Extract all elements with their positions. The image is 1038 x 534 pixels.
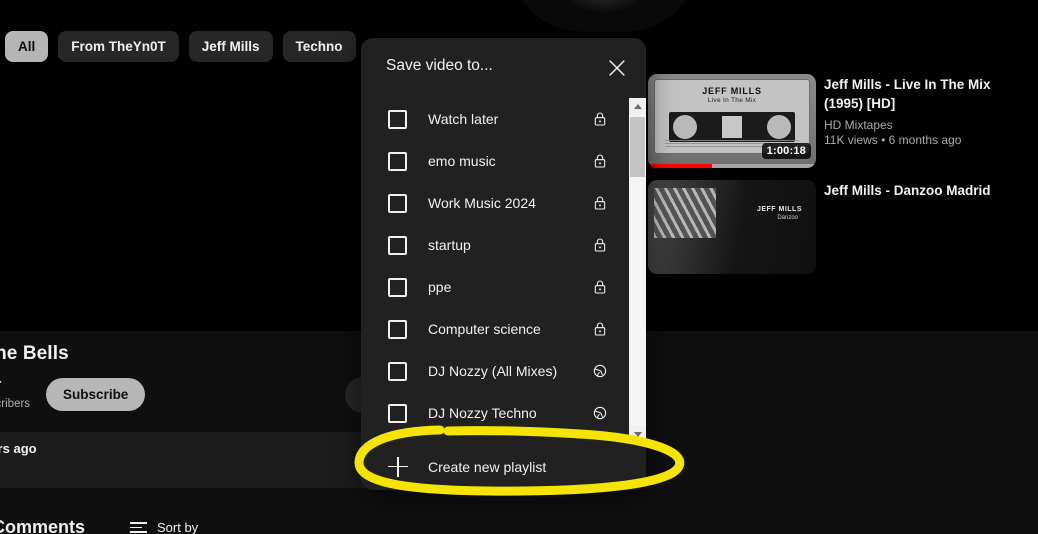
playlist-checkbox[interactable]	[388, 362, 407, 381]
save-video-dialog: Save video to... Watch later emo music Wor…	[361, 38, 646, 490]
lock-icon	[592, 321, 608, 337]
playlist-checkbox[interactable]	[388, 404, 407, 423]
playlist-checkbox[interactable]	[388, 278, 407, 297]
playlist-row[interactable]: startup	[361, 224, 629, 266]
playlist-label: startup	[428, 237, 592, 253]
playlist-list[interactable]: Watch later emo music Work Music 2024 start…	[361, 98, 646, 443]
related-video-title[interactable]: Jeff Mills - Live In The Mix (1995) [HD]	[824, 75, 1024, 113]
chip-from-channel[interactable]: From TheYn0T	[58, 31, 179, 62]
video-frame-image	[506, 0, 702, 32]
channel-block[interactable]: TheYn0T 7.39K subscribers	[0, 377, 30, 412]
playlist-checkbox[interactable]	[388, 320, 407, 339]
thumbnail-graphic	[654, 188, 716, 238]
lock-icon	[592, 153, 608, 169]
related-video-stats: 11K views • 6 months ago	[824, 133, 1024, 147]
filter-chip-bar: All From TheYn0T Jeff Mills Techno ›	[5, 31, 373, 62]
chip-all[interactable]: All	[5, 31, 48, 62]
cassette-reel-left	[673, 115, 697, 139]
globe-icon	[592, 363, 608, 379]
playlist-row[interactable]: DJ Nozzy Techno	[361, 392, 629, 434]
channel-subscribers: 7.39K subscribers	[0, 396, 30, 412]
duration-badge: 1:00:18	[762, 143, 811, 159]
create-new-playlist-label: Create new playlist	[428, 459, 546, 475]
related-video-title[interactable]: Jeff Mills - Danzoo Madrid	[824, 181, 1024, 200]
chip-techno[interactable]: Techno	[283, 31, 356, 62]
playlist-row[interactable]: emo music	[361, 140, 629, 182]
scrollbar-thumb[interactable]	[630, 117, 645, 177]
playlist-label: DJ Nozzy (All Mixes)	[428, 363, 592, 379]
playlist-label: Watch later	[428, 111, 592, 127]
chip-jeff-mills[interactable]: Jeff Mills	[189, 31, 273, 62]
channel-name: TheYn0T	[0, 377, 30, 396]
youtube-watch-page: lills - The Bells TheYn0T 7.39K subscrib…	[0, 0, 1038, 534]
playlist-row[interactable]: Work Music 2024	[361, 182, 629, 224]
watch-progress-bar	[648, 164, 816, 168]
cassette-reels	[669, 112, 795, 142]
lock-icon	[592, 279, 608, 295]
cassette-reel-right	[767, 115, 791, 139]
dialog-title: Save video to...	[386, 57, 493, 75]
comments-heading: Comments	[0, 517, 85, 534]
sort-by-button[interactable]: Sort by	[130, 520, 198, 534]
playlist-label: ppe	[428, 279, 592, 295]
lock-icon	[592, 111, 608, 127]
sort-by-label: Sort by	[157, 520, 198, 534]
scroll-down-icon[interactable]	[629, 426, 646, 443]
sort-icon	[130, 522, 147, 533]
playlist-label: Computer science	[428, 321, 592, 337]
playlist-checkbox[interactable]	[388, 236, 407, 255]
create-new-playlist-button[interactable]: Create new playlist	[361, 443, 646, 490]
lock-icon	[592, 237, 608, 253]
plus-icon	[388, 457, 408, 477]
page-title: lills - The Bells	[0, 343, 69, 365]
related-video-info: Jeff Mills - Live In The Mix (1995) [HD]…	[824, 74, 1024, 168]
playlist-label: DJ Nozzy Techno	[428, 405, 592, 421]
playlist-label: emo music	[428, 153, 592, 169]
playlist-row[interactable]: Watch later	[361, 98, 629, 140]
playlist-checkbox[interactable]	[388, 194, 407, 213]
playlist-checkbox[interactable]	[388, 152, 407, 171]
related-video-channel[interactable]: HD Mixtapes	[824, 118, 1024, 132]
related-video-info: Jeff Mills - Danzoo Madrid	[824, 180, 1024, 274]
video-thumbnail[interactable]: JEFF MILLS Live In The Mix 1:00:18	[648, 74, 816, 168]
lock-icon	[592, 195, 608, 211]
playlist-row[interactable]: ppe	[361, 266, 629, 308]
subscribe-button[interactable]: Subscribe	[46, 378, 145, 411]
close-icon[interactable]	[601, 52, 633, 84]
playlist-scrollbar[interactable]	[629, 98, 646, 443]
related-video-item[interactable]: JEFF MILLS Live In The Mix 1:00:18 Jeff …	[648, 74, 1024, 168]
playlist-label: Work Music 2024	[428, 195, 592, 211]
thumbnail-subtitle-text: Danzoo	[777, 215, 798, 221]
playlist-row[interactable]: Computer science	[361, 308, 629, 350]
channel-row: TheYn0T 7.39K subscribers Subscribe	[0, 377, 145, 412]
video-thumbnail[interactable]: JEFF MILLS Danzoo	[648, 180, 816, 274]
comments-section: Comments Sort by	[0, 496, 640, 534]
cassette-window	[722, 116, 742, 138]
thumbnail-title-text: JEFF MILLS	[655, 86, 809, 96]
playlist-row[interactable]: DJ Nozzy (All Mixes)	[361, 350, 629, 392]
scroll-up-icon[interactable]	[629, 98, 646, 115]
related-videos-rail	[640, 331, 1038, 534]
thumbnail-title-text: JEFF MILLS	[757, 206, 802, 213]
thumbnail-subtitle-text: Live In The Mix	[655, 97, 809, 104]
related-video-item[interactable]: JEFF MILLS Danzoo Jeff Mills - Danzoo Ma…	[648, 180, 1024, 274]
dialog-header: Save video to...	[361, 38, 646, 98]
globe-icon	[592, 405, 608, 421]
playlist-checkbox[interactable]	[388, 110, 407, 129]
